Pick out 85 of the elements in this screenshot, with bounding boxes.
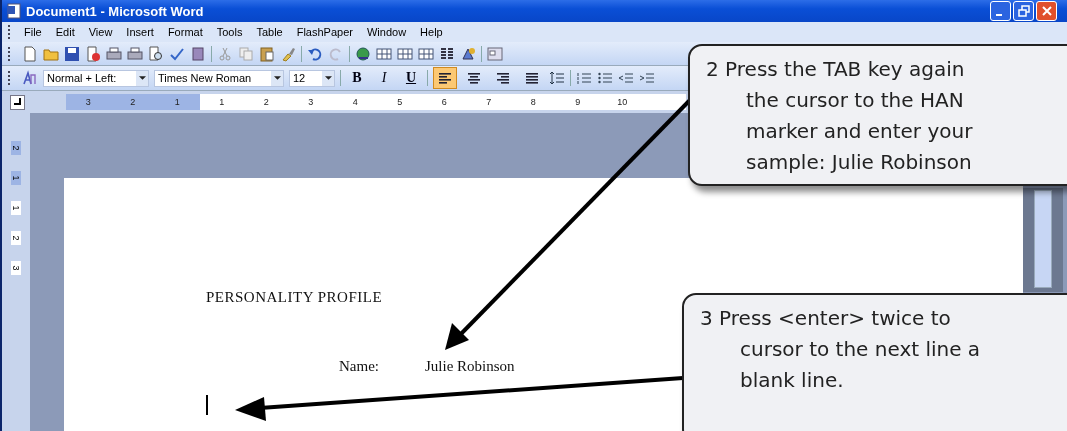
align-left-icon (437, 70, 453, 86)
columns-icon[interactable] (439, 45, 455, 62)
caret-icon (324, 76, 332, 80)
ruler-number: 2 (110, 94, 155, 110)
align-left-button[interactable] (433, 67, 457, 89)
document-icon[interactable] (22, 45, 38, 62)
ruler-number: 9 (574, 97, 582, 107)
ruler-number: 2 (11, 231, 21, 245)
document-map-icon[interactable] (487, 45, 503, 62)
close-icon (1039, 4, 1054, 18)
ruler-number: 3 (66, 94, 111, 110)
table-icon[interactable] (397, 45, 413, 62)
globe-icon[interactable] (355, 45, 371, 62)
printer-icon[interactable] (127, 45, 143, 62)
menu-item[interactable]: Help (413, 26, 450, 38)
callout-text: blank line. (740, 367, 845, 394)
decrease-indent-icon[interactable] (618, 70, 634, 86)
ruler-number: 10 (616, 97, 629, 107)
styles-icon[interactable] (22, 70, 38, 86)
ruler-number: 2 (262, 97, 270, 107)
ruler-number: 8 (529, 97, 537, 107)
callout-text: 2 Press the TAB key again (706, 56, 966, 83)
restore-button[interactable] (1013, 1, 1034, 21)
printer-icon[interactable] (106, 45, 122, 62)
minimize-icon (996, 13, 1002, 16)
caret-icon (138, 76, 146, 80)
ruler-number: 1 (11, 201, 21, 215)
menu-item[interactable]: Edit (48, 26, 82, 38)
callout-text: marker and enter your (746, 118, 974, 145)
ruler-number: 2 (11, 141, 21, 155)
menu-item[interactable]: File (17, 26, 49, 38)
ruler-number: 6 (440, 97, 448, 107)
underline-button[interactable]: U (400, 68, 422, 88)
numbered-list-icon[interactable] (576, 70, 592, 86)
ruler-number: 5 (396, 97, 404, 107)
align-right-icon (495, 70, 511, 86)
italic-button[interactable]: I (373, 68, 395, 88)
vertical-scrollbar[interactable] (1023, 188, 1063, 292)
bulleted-list-icon[interactable] (597, 70, 613, 86)
menu-item[interactable]: Window (359, 26, 414, 38)
document-heading: PERSONALITY PROFILE (206, 289, 384, 306)
ruler-number: 1 (155, 94, 200, 110)
text-cursor (206, 395, 208, 415)
line-spacing-icon[interactable] (549, 70, 565, 86)
close-button[interactable] (1036, 1, 1057, 21)
restore-icon (1016, 4, 1031, 18)
menu-item[interactable]: View (81, 26, 120, 38)
book-icon[interactable] (190, 45, 206, 62)
name-value: Julie Robinson (425, 358, 515, 375)
menu-item[interactable]: Insert (119, 26, 161, 38)
menu-item[interactable]: FlashPaper (289, 26, 360, 38)
font-dropdown[interactable]: Times New Roman (154, 69, 284, 87)
menu-item[interactable]: Tools (209, 26, 250, 38)
bold-button[interactable]: B (346, 68, 368, 88)
table-icon[interactable] (418, 45, 434, 62)
align-justify-icon (524, 70, 540, 86)
tab-stop-icon (13, 98, 22, 106)
word-document-icon (6, 3, 22, 19)
style-dropdown[interactable]: Normal + Left: (43, 69, 149, 87)
tab-selector[interactable] (10, 94, 25, 110)
clipboard-icon[interactable] (259, 45, 275, 62)
increase-indent-icon[interactable] (639, 70, 655, 86)
scrollbar-thumb[interactable] (1034, 190, 1052, 288)
menu-item[interactable]: Table (249, 26, 290, 38)
minimize-button[interactable] (990, 1, 1011, 21)
caret-icon (273, 76, 281, 80)
brush-icon[interactable] (280, 45, 296, 62)
magnifier-icon[interactable] (148, 45, 164, 62)
callout-text: the cursor to the HAN (746, 87, 965, 114)
ruler-number: 1 (218, 97, 226, 107)
align-center-icon (466, 70, 482, 86)
ruler-number: 7 (485, 97, 493, 107)
window-title: Document1 - Microsoft Word (26, 3, 204, 19)
name-label: Name: (339, 358, 379, 375)
callout-text: 3 Press <enter> twice to (700, 305, 952, 332)
ruler-number: 3 (307, 97, 315, 107)
callout-text: sample: Julie Robinson (746, 149, 973, 176)
table-icon[interactable] (376, 45, 392, 62)
menu-item[interactable]: Format (160, 26, 210, 38)
ruler-number: 1 (11, 171, 21, 185)
font-size-dropdown[interactable]: 12 (289, 69, 335, 87)
ruler-number: 4 (351, 97, 359, 107)
callout-text: cursor to the next line a (740, 336, 982, 363)
shapes-icon[interactable] (460, 45, 476, 62)
ruler-number: 3 (11, 261, 21, 275)
